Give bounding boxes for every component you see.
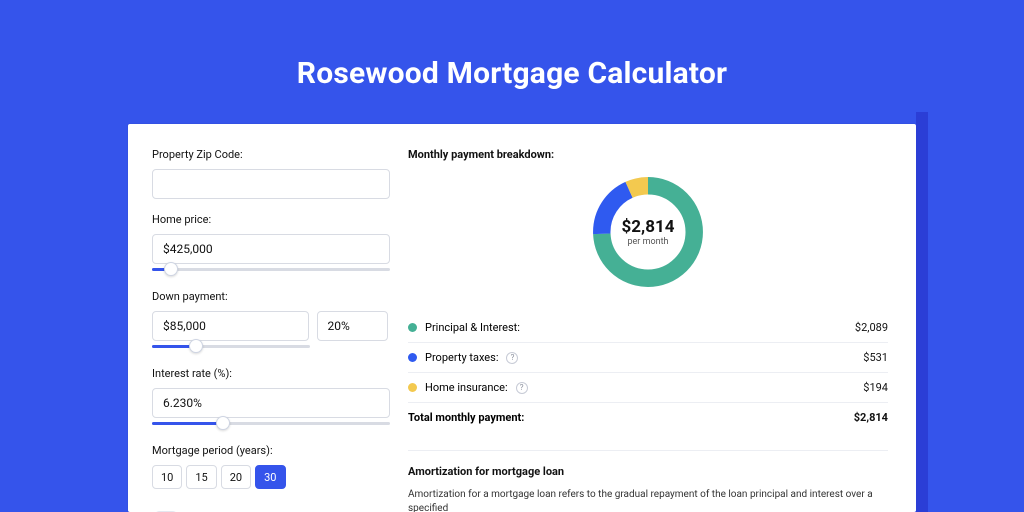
interest-label: Interest rate (%): [152, 367, 388, 380]
input-panel: Property Zip Code: Home price: $425,000 … [128, 124, 388, 512]
down-payment-pct-input[interactable]: 20% [317, 311, 388, 341]
total-value: $2,814 [854, 411, 888, 424]
slider-track [152, 268, 390, 271]
period-option-20[interactable]: 20 [221, 465, 251, 489]
breakdown-title: Monthly payment breakdown: [408, 148, 888, 161]
help-icon[interactable]: ? [516, 382, 528, 394]
home-price-input[interactable]: $425,000 [152, 234, 390, 264]
legend: Principal & Interest: $2,089 Property ta… [408, 313, 888, 432]
home-price-value: $425,000 [163, 242, 213, 256]
donut-per-month: per month [627, 237, 668, 247]
down-payment-label: Down payment: [152, 290, 388, 303]
down-payment-input[interactable]: $85,000 [152, 311, 309, 341]
zip-label: Property Zip Code: [152, 148, 388, 161]
interest-group: Interest rate (%): 6.230% [152, 367, 388, 430]
down-payment-value: $85,000 [163, 319, 206, 333]
legend-label: Principal & Interest: [425, 321, 520, 334]
legend-label: Home insurance: [425, 381, 508, 394]
slider-thumb[interactable] [189, 339, 203, 353]
period-pill-row: 10 15 20 30 [152, 465, 388, 489]
period-label: Mortgage period (years): [152, 444, 388, 457]
donut-center: $2,814 per month [587, 171, 709, 293]
zip-group: Property Zip Code: [152, 148, 388, 199]
slider-thumb[interactable] [164, 262, 178, 276]
period-option-15[interactable]: 15 [186, 465, 216, 489]
down-payment-slider[interactable] [152, 339, 310, 353]
donut-chart: $2,814 per month [587, 171, 709, 293]
amortization-section: Amortization for mortgage loan Amortizat… [408, 450, 888, 512]
breakdown-panel: Monthly payment breakdown: $2,814 per mo… [388, 124, 916, 512]
interest-slider[interactable] [152, 416, 390, 430]
legend-value: $194 [863, 381, 888, 394]
page-background: Rosewood Mortgage Calculator Property Zi… [0, 0, 1024, 512]
amortization-text: Amortization for a mortgage loan refers … [408, 488, 888, 512]
down-payment-pct-value: 20% [328, 319, 350, 333]
slider-thumb[interactable] [216, 416, 230, 430]
dot-icon [408, 383, 417, 392]
legend-value: $531 [863, 351, 888, 364]
donut-amount: $2,814 [622, 217, 675, 237]
legend-value: $2,089 [855, 321, 888, 334]
dot-icon [408, 323, 417, 332]
legend-label: Property taxes: [425, 351, 498, 364]
legend-row-insurance: Home insurance: ? $194 [408, 372, 888, 402]
zip-input[interactable] [152, 169, 390, 199]
page-title: Rosewood Mortgage Calculator [0, 0, 1024, 117]
home-price-slider[interactable] [152, 262, 390, 276]
period-group: Mortgage period (years): 10 15 20 30 [152, 444, 388, 489]
total-label: Total monthly payment: [408, 411, 524, 424]
amortization-title: Amortization for mortgage loan [408, 465, 888, 478]
down-payment-group: Down payment: $85,000 20% [152, 290, 388, 353]
period-option-10[interactable]: 10 [152, 465, 182, 489]
help-icon[interactable]: ? [506, 352, 518, 364]
legend-row-total: Total monthly payment: $2,814 [408, 402, 888, 432]
donut-wrap: $2,814 per month [408, 163, 888, 307]
period-option-30[interactable]: 30 [255, 465, 285, 489]
slider-fill [152, 422, 223, 425]
home-price-label: Home price: [152, 213, 388, 226]
legend-row-principal: Principal & Interest: $2,089 [408, 313, 888, 342]
interest-input[interactable]: 6.230% [152, 388, 390, 418]
calculator-card: Property Zip Code: Home price: $425,000 … [128, 124, 916, 512]
home-price-group: Home price: $425,000 [152, 213, 388, 276]
interest-value: 6.230% [163, 396, 202, 410]
dot-icon [408, 353, 417, 362]
legend-row-taxes: Property taxes: ? $531 [408, 342, 888, 372]
